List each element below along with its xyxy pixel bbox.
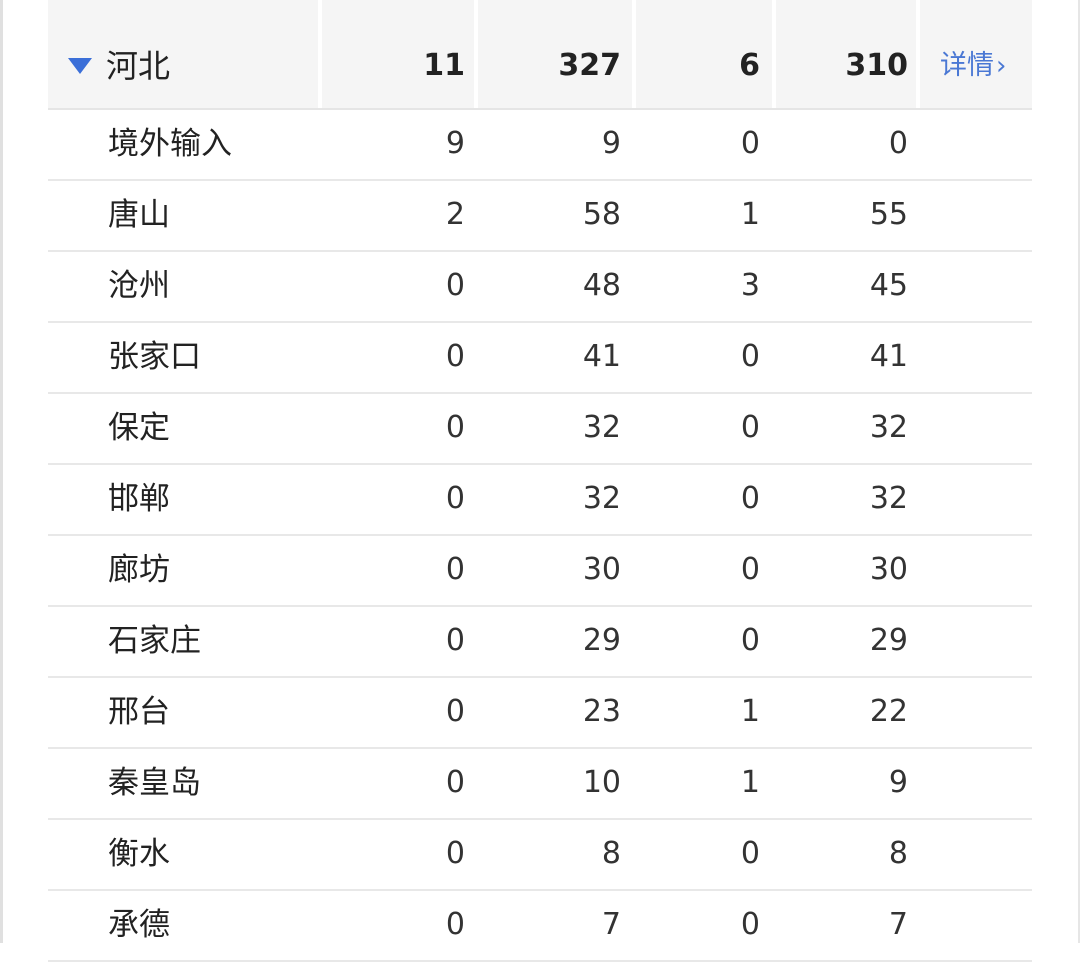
city-name: 邯郸 <box>108 481 170 517</box>
city-stat-3: 0 <box>740 126 760 161</box>
table-row: 邢台 0 23 1 22 <box>48 678 1032 749</box>
detail-label: 详情 <box>940 50 994 81</box>
table-row: 邯郸 0 32 0 32 <box>48 465 1032 536</box>
city-stat-4: 30 <box>869 552 908 587</box>
city-stat-4: 0 <box>888 126 908 161</box>
city-stat-4: 55 <box>869 197 908 232</box>
city-stat-1: 0 <box>445 836 465 871</box>
city-stat-4: 45 <box>869 268 908 303</box>
city-stat-1: 0 <box>445 339 465 374</box>
province-name: 河北 <box>106 47 171 85</box>
city-stat-4: 9 <box>888 765 908 800</box>
province-name-cell <box>48 0 318 108</box>
city-stat-3: 0 <box>740 623 760 658</box>
city-stat-3: 0 <box>740 410 760 445</box>
triangle-down-icon[interactable] <box>68 58 92 74</box>
city-stat-2: 32 <box>582 481 621 516</box>
city-name: 张家口 <box>108 339 201 375</box>
city-stat-2: 8 <box>601 836 621 871</box>
city-stat-1: 0 <box>445 552 465 587</box>
city-stat-1: 9 <box>445 126 465 161</box>
city-name: 廊坊 <box>108 552 170 588</box>
city-rows: 境外输入 9 9 0 0 唐山 2 58 1 55 沧州 0 48 3 45 张家口 0 41 0 41 保定 0 32 0 3… <box>48 110 1032 962</box>
province-row[interactable]: 河北 11 327 6 310 详情› <box>48 0 1032 110</box>
table-row: 境外输入 9 9 0 0 <box>48 110 1032 181</box>
city-stat-2: 9 <box>601 126 621 161</box>
city-stat-4: 41 <box>869 339 908 374</box>
city-stat-1: 0 <box>445 623 465 658</box>
table-row: 沧州 0 48 3 45 <box>48 252 1032 323</box>
city-stat-2: 10 <box>582 765 621 800</box>
city-stat-3: 0 <box>740 907 760 942</box>
city-name: 邢台 <box>108 694 170 730</box>
region-table: 河北 11 327 6 310 详情› 境外输入 9 9 0 0 唐山 2 58 1 55 沧州 0 4… <box>48 0 1032 962</box>
city-stat-1: 0 <box>445 268 465 303</box>
city-stat-2: 30 <box>582 552 621 587</box>
province-stat-1: 11 <box>423 48 465 83</box>
city-stat-1: 0 <box>445 907 465 942</box>
city-stat-2: 41 <box>582 339 621 374</box>
city-stat-1: 0 <box>445 765 465 800</box>
city-stat-1: 0 <box>445 410 465 445</box>
city-stat-1: 0 <box>445 481 465 516</box>
province-stat-3: 6 <box>739 48 760 83</box>
city-stat-3: 0 <box>740 339 760 374</box>
city-stat-3: 0 <box>740 481 760 516</box>
city-name: 秦皇岛 <box>108 765 201 801</box>
city-stat-3: 0 <box>740 552 760 587</box>
city-name: 衡水 <box>108 836 170 872</box>
city-stat-3: 0 <box>740 836 760 871</box>
city-stat-2: 32 <box>582 410 621 445</box>
city-stat-3: 3 <box>740 268 760 303</box>
city-stat-4: 8 <box>888 836 908 871</box>
city-stat-1: 0 <box>445 694 465 729</box>
table-row: 衡水 0 8 0 8 <box>48 820 1032 891</box>
city-stat-2: 23 <box>582 694 621 729</box>
city-name: 保定 <box>108 410 170 446</box>
city-stat-2: 58 <box>582 197 621 232</box>
left-border <box>0 0 3 943</box>
table-row: 唐山 2 58 1 55 <box>48 181 1032 252</box>
province-stat-2: 327 <box>558 48 621 83</box>
city-stat-3: 1 <box>740 197 760 232</box>
city-stat-4: 29 <box>869 623 908 658</box>
city-stat-1: 2 <box>445 197 465 232</box>
city-name: 承德 <box>108 907 170 943</box>
city-stat-2: 48 <box>582 268 621 303</box>
city-name: 唐山 <box>108 197 170 233</box>
city-stat-2: 29 <box>582 623 621 658</box>
table-row: 承德 0 7 0 7 <box>48 891 1032 962</box>
city-stat-3: 1 <box>740 765 760 800</box>
table-row: 张家口 0 41 0 41 <box>48 323 1032 394</box>
city-name: 沧州 <box>108 268 170 304</box>
table-row: 廊坊 0 30 0 30 <box>48 536 1032 607</box>
city-stat-4: 32 <box>869 481 908 516</box>
detail-link[interactable]: 详情› <box>940 42 1006 90</box>
region-table-view: 河北 11 327 6 310 详情› 境外输入 9 9 0 0 唐山 2 58 1 55 沧州 0 4… <box>0 0 1080 962</box>
chevron-right-icon: › <box>996 51 1007 81</box>
city-stat-2: 7 <box>601 907 621 942</box>
city-stat-4: 22 <box>869 694 908 729</box>
city-stat-4: 32 <box>869 410 908 445</box>
table-row: 保定 0 32 0 32 <box>48 394 1032 465</box>
city-name: 境外输入 <box>108 126 232 162</box>
province-stat-4: 310 <box>845 48 908 83</box>
city-stat-3: 1 <box>740 694 760 729</box>
table-row: 秦皇岛 0 10 1 9 <box>48 749 1032 820</box>
city-name: 石家庄 <box>108 623 201 659</box>
table-row: 石家庄 0 29 0 29 <box>48 607 1032 678</box>
city-stat-4: 7 <box>888 907 908 942</box>
